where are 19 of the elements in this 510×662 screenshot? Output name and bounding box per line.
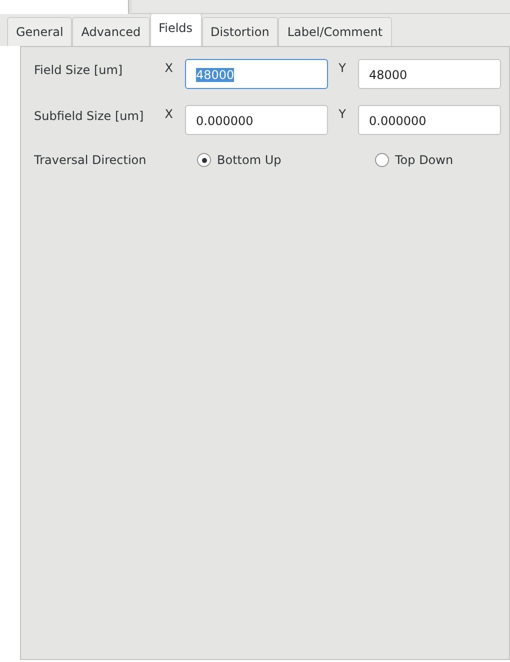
tab[interactable]: Advanced bbox=[72, 17, 150, 46]
radio-label[interactable]: Bottom Up bbox=[217, 153, 282, 167]
tab[interactable]: General bbox=[7, 17, 72, 46]
axis-label: X bbox=[164, 60, 173, 75]
radio-button[interactable] bbox=[375, 153, 389, 167]
tab[interactable]: Distortion bbox=[202, 17, 278, 46]
axis-label: Y bbox=[338, 60, 346, 75]
tab[interactable]: Label/Comment bbox=[278, 17, 392, 46]
tab[interactable]: Fields bbox=[150, 13, 202, 46]
field-label: Subfield Size [um] bbox=[34, 108, 145, 123]
field-label: Field Size [um] bbox=[34, 62, 124, 77]
radio-label[interactable]: Top Down bbox=[395, 153, 454, 167]
field-label: Traversal Direction bbox=[34, 153, 148, 167]
input-field[interactable]: 48000 bbox=[358, 59, 501, 89]
axis-label: X bbox=[164, 106, 173, 121]
axis-label: Y bbox=[338, 106, 346, 121]
input-field[interactable]: 0.000000 bbox=[185, 105, 328, 135]
input-field[interactable]: 0.000000 bbox=[358, 105, 501, 135]
radio-button[interactable] bbox=[197, 153, 211, 167]
